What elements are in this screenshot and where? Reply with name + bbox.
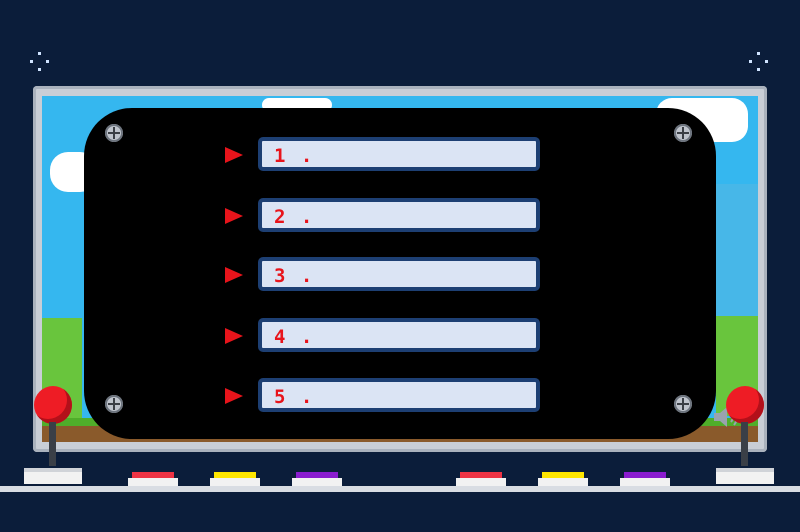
arcade-button-purple[interactable]	[292, 472, 342, 486]
slot-label: 4 .	[274, 326, 315, 348]
arcade-button-yellow[interactable]	[210, 472, 260, 486]
sparkle-icon	[30, 52, 50, 72]
arcade-button-yellow[interactable]	[538, 472, 588, 486]
joystick-ball	[726, 386, 764, 424]
answer-slot-2[interactable]: 2 .	[258, 198, 540, 232]
joystick-ball	[34, 386, 72, 424]
joystick-base	[716, 468, 774, 484]
joystick-base	[24, 468, 82, 484]
list-item: 1 .	[84, 137, 716, 173]
arcade-button-red[interactable]	[456, 472, 506, 486]
arrow-icon	[225, 147, 243, 163]
arcade-button-purple[interactable]	[620, 472, 670, 486]
answer-slot-3[interactable]: 3 .	[258, 257, 540, 291]
answer-slot-1[interactable]: 1 .	[258, 137, 540, 171]
slot-label: 5 .	[274, 386, 315, 408]
menu-panel: 1 . 2 . 3 . 4 . 5 .	[84, 108, 716, 439]
console-floor	[0, 486, 800, 492]
slot-label: 3 .	[274, 265, 315, 287]
arrow-icon	[225, 388, 243, 404]
joystick-right[interactable]	[716, 386, 784, 486]
arrow-icon	[225, 328, 243, 344]
list-item: 5 .	[84, 378, 716, 414]
slot-label: 2 .	[274, 206, 315, 228]
list-item: 2 .	[84, 198, 716, 234]
list-item: 3 .	[84, 257, 716, 293]
slot-label: 1 .	[274, 145, 315, 167]
joystick-left[interactable]	[24, 386, 92, 486]
answer-slot-5[interactable]: 5 .	[258, 378, 540, 412]
joystick-stick	[49, 422, 56, 466]
answer-slot-4[interactable]: 4 .	[258, 318, 540, 352]
list-item: 4 .	[84, 318, 716, 354]
arrow-icon	[225, 208, 243, 224]
arrow-icon	[225, 267, 243, 283]
arcade-button-red[interactable]	[128, 472, 178, 486]
sparkle-icon	[749, 52, 769, 72]
joystick-stick	[741, 422, 748, 466]
